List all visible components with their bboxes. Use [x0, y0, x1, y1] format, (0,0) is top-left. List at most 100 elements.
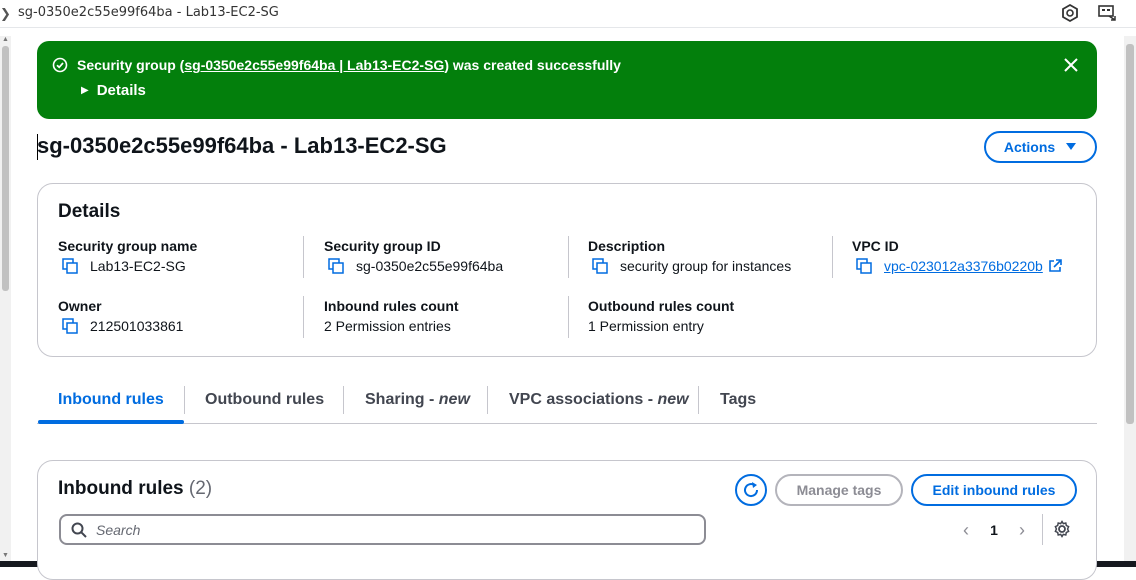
tab-label: Sharing - — [365, 391, 439, 408]
field-value: sg-0350e2c55e99f64ba — [324, 258, 564, 274]
chevron-left-icon[interactable]: ‹ — [953, 520, 979, 541]
details-heading: Details — [58, 201, 121, 222]
details-container: Details Security group name Lab13-EC2-SG… — [37, 183, 1097, 357]
scroll-down-icon[interactable]: ▼ — [2, 552, 9, 559]
copy-icon[interactable] — [62, 318, 78, 334]
inbound-rules-heading: Inbound rules (2) — [58, 478, 212, 500]
search-field[interactable] — [59, 514, 706, 545]
tab-separator — [343, 386, 344, 414]
manage-tags-button[interactable]: Manage tags — [775, 474, 903, 506]
field-outbound-rules-count: Outbound rules count 1 Permission entry — [588, 298, 828, 334]
flash-details-toggle[interactable]: ▶ Details — [81, 82, 146, 99]
scrollbar-thumb[interactable] — [2, 46, 9, 291]
outbound-rules-count-value: 1 Permission entry — [588, 318, 704, 334]
tab-tags[interactable]: Tags — [720, 380, 756, 422]
screen-cast-icon[interactable] — [1097, 3, 1117, 23]
field-label: VPC ID — [852, 238, 899, 254]
divider — [568, 236, 569, 278]
tab-label: VPC associations - — [509, 391, 658, 408]
chevron-right-icon[interactable]: ❯ — [0, 6, 11, 22]
field-value: Lab13-EC2-SG — [58, 258, 298, 274]
field-value: 1 Permission entry — [588, 318, 828, 334]
field-value: vpc-023012a3376b0220b — [852, 258, 1092, 274]
window-title-bar: ❯ sg-0350e2c55e99f64ba - Lab13-EC2-SG — [0, 0, 1136, 28]
owner-value: 212501033861 — [90, 318, 184, 334]
field-label: Owner — [58, 298, 102, 314]
security-group-name-value: Lab13-EC2-SG — [90, 258, 186, 274]
divider — [832, 236, 833, 278]
right-scrollbar[interactable] — [1124, 36, 1136, 561]
flash-details-label: Details — [96, 82, 146, 99]
field-vpc-id: VPC ID vpc-023012a3376b0220b — [852, 238, 1092, 274]
tab-separator — [487, 386, 488, 414]
manage-tags-label: Manage tags — [796, 482, 882, 498]
inbound-rules-count-value: 2 Permission entries — [324, 318, 451, 334]
field-security-group-name: Security group name Lab13-EC2-SG — [58, 238, 298, 274]
inbound-rules-container: Inbound rules (2) Manage tags Edit inbou… — [37, 460, 1097, 580]
scrollbar-thumb[interactable] — [1126, 44, 1134, 424]
success-flashbar: Security group (sg-0350e2c55e99f64ba | L… — [37, 41, 1097, 119]
tab-label: Tags — [720, 391, 757, 408]
field-inbound-rules-count: Inbound rules count 2 Permission entries — [324, 298, 564, 334]
inbound-rules-count: (2) — [188, 478, 213, 499]
field-label: Outbound rules count — [588, 298, 735, 314]
search-icon — [71, 522, 87, 538]
external-link-icon[interactable] — [1048, 259, 1062, 273]
field-value: 212501033861 — [58, 318, 298, 334]
tab-vpc-associations[interactable]: VPC associations - new — [509, 380, 689, 422]
inbound-rules-title: Inbound rules — [58, 478, 184, 499]
flash-message: Security group (sg-0350e2c55e99f64ba | L… — [77, 57, 621, 73]
tab-new-suffix: new — [657, 391, 689, 408]
tab-new-suffix: new — [438, 391, 470, 408]
copy-icon[interactable] — [328, 258, 344, 274]
pagination: ‹ 1 › — [953, 516, 1035, 544]
actions-button[interactable]: Actions — [984, 131, 1097, 163]
edit-inbound-rules-label: Edit inbound rules — [932, 482, 1056, 498]
tab-outbound-rules[interactable]: Outbound rules — [205, 380, 324, 422]
refresh-icon — [744, 482, 759, 498]
tab-separator — [698, 386, 699, 414]
tab-label: Outbound rules — [205, 391, 325, 408]
field-description: Description security group for instances — [588, 238, 828, 274]
field-value: 2 Permission entries — [324, 318, 564, 334]
vpc-id-link[interactable]: vpc-023012a3376b0220b — [884, 258, 1043, 274]
field-value: security group for instances — [588, 258, 828, 274]
divider — [568, 296, 569, 338]
caret-down-icon — [1066, 143, 1077, 150]
search-input[interactable] — [96, 521, 676, 538]
scroll-up-icon[interactable]: ▲ — [2, 36, 9, 43]
divider — [1042, 514, 1043, 545]
field-label: Security group name — [58, 238, 198, 254]
edit-inbound-rules-button[interactable]: Edit inbound rules — [911, 474, 1077, 506]
caret-right-icon: ▶ — [81, 85, 89, 96]
field-label: Security group ID — [324, 238, 441, 254]
actions-label: Actions — [1003, 139, 1056, 155]
copy-icon[interactable] — [856, 258, 872, 274]
window-title: sg-0350e2c55e99f64ba - Lab13-EC2-SG — [18, 5, 279, 20]
divider — [303, 236, 304, 278]
field-label: Inbound rules count — [324, 298, 459, 314]
success-check-icon — [52, 57, 68, 73]
field-security-group-id: Security group ID sg-0350e2c55e99f64ba — [324, 238, 564, 274]
field-label: Description — [588, 238, 666, 254]
page-title: sg-0350e2c55e99f64ba - Lab13-EC2-SG — [37, 133, 447, 158]
tab-separator — [184, 386, 185, 414]
flash-message-suffix: ) was created successfully — [444, 57, 621, 73]
tab-list: Inbound rules Outbound rules Sharing - n… — [37, 380, 1097, 424]
refresh-button[interactable] — [735, 474, 767, 506]
close-icon[interactable] — [1061, 55, 1081, 75]
security-group-link[interactable]: sg-0350e2c55e99f64ba | Lab13-EC2-SG — [184, 57, 444, 73]
extension-shield-icon[interactable] — [1060, 3, 1080, 23]
divider — [303, 296, 304, 338]
tab-label: Inbound rules — [58, 391, 164, 408]
left-scrollbar[interactable]: ▲ ▼ — [0, 36, 11, 561]
description-value: security group for instances — [620, 258, 792, 274]
gear-icon[interactable] — [1053, 520, 1071, 538]
page-number[interactable]: 1 — [979, 522, 1009, 538]
copy-icon[interactable] — [62, 258, 78, 274]
security-group-id-value: sg-0350e2c55e99f64ba — [356, 258, 504, 274]
tab-sharing[interactable]: Sharing - new — [365, 380, 470, 422]
chevron-right-icon[interactable]: › — [1009, 520, 1035, 541]
tab-inbound-rules[interactable]: Inbound rules — [38, 380, 184, 424]
copy-icon[interactable] — [592, 258, 608, 274]
